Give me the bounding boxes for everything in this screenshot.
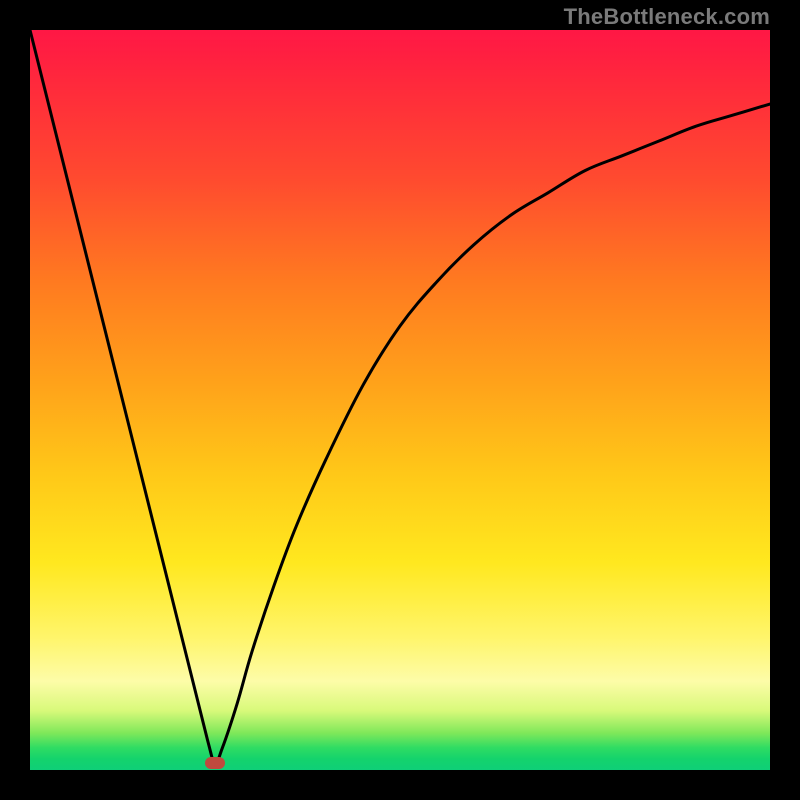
- plot-area: [30, 30, 770, 770]
- min-marker: [205, 757, 225, 769]
- chart-frame: TheBottleneck.com: [0, 0, 800, 800]
- bottleneck-curve: [30, 30, 770, 770]
- curve-path: [30, 30, 770, 763]
- watermark-text: TheBottleneck.com: [564, 4, 770, 30]
